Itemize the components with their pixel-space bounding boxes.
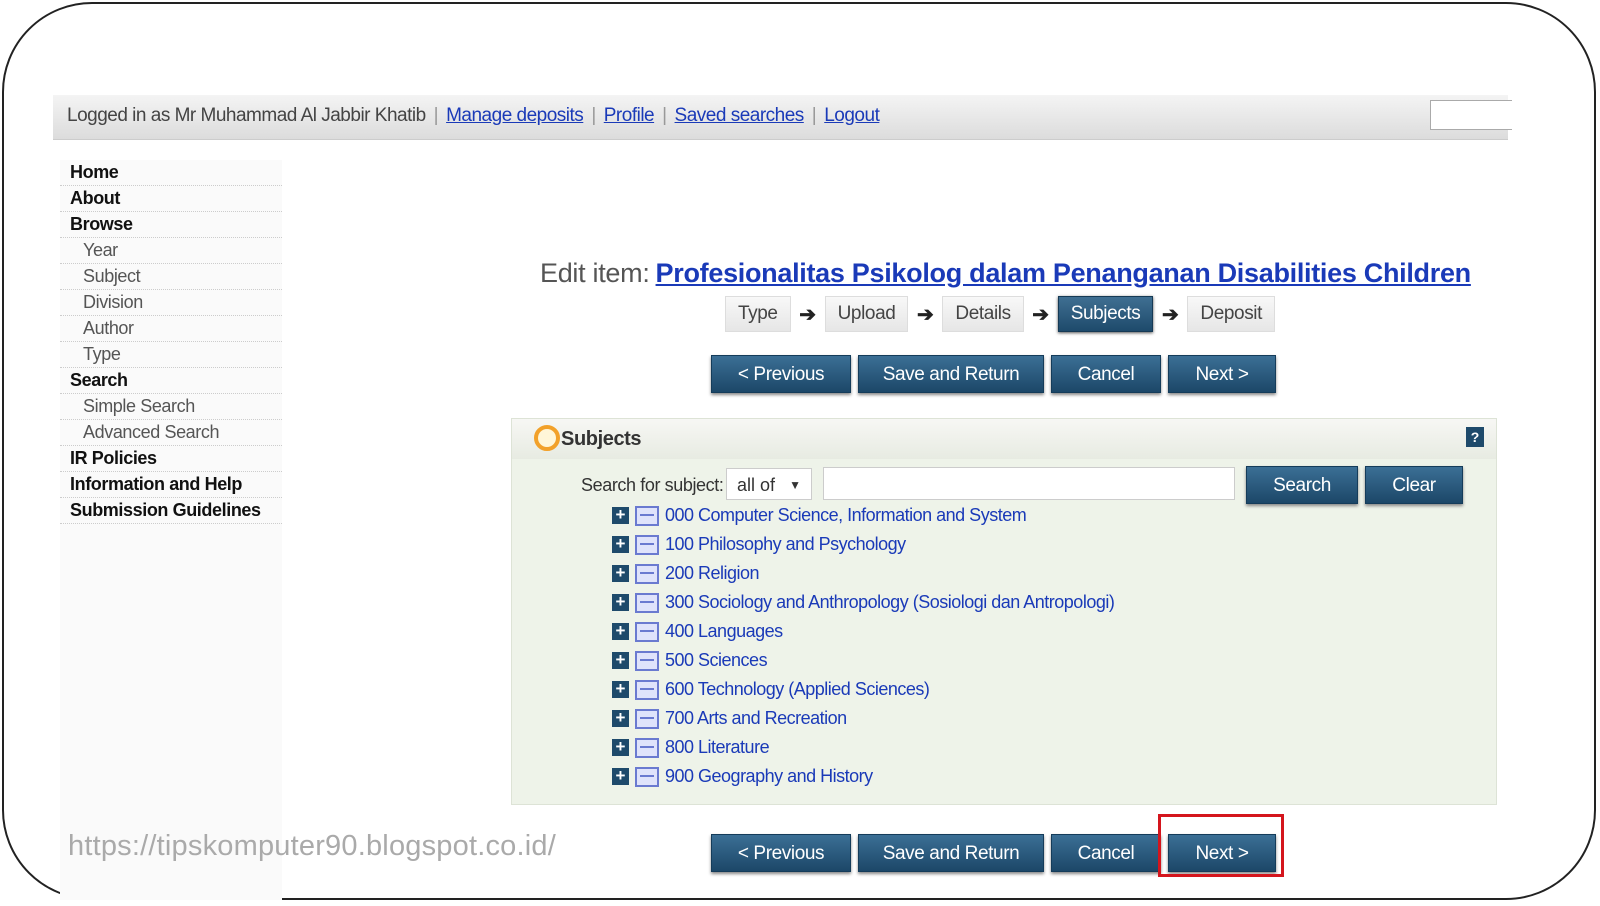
- sidebar-item-advanced-search[interactable]: Advanced Search: [60, 420, 282, 446]
- top-button-row: < Previous Save and Return Cancel Next >: [711, 355, 1276, 393]
- site-search-input[interactable]: [1430, 100, 1512, 130]
- subject-search-input[interactable]: [823, 467, 1235, 500]
- page-title: Edit item: Profesionalitas Psikolog dalam…: [540, 258, 1471, 289]
- sidebar-item-ir-policies[interactable]: IR Policies: [60, 446, 282, 472]
- add-subject-icon[interactable]: [635, 766, 659, 787]
- expand-plus-icon[interactable]: +: [612, 738, 629, 756]
- match-select[interactable]: all of ▼: [726, 468, 812, 500]
- tree-row: +200 Religion: [612, 559, 1114, 588]
- page-title-prefix: Edit item:: [540, 258, 650, 288]
- logout-link[interactable]: Logout: [824, 105, 880, 126]
- expand-plus-icon[interactable]: +: [612, 651, 629, 669]
- match-select-value: all of: [737, 475, 776, 495]
- add-subject-icon[interactable]: [635, 505, 659, 526]
- subject-200[interactable]: 200 Religion: [665, 563, 760, 584]
- step-subjects[interactable]: Subjects: [1057, 296, 1154, 332]
- arrow-right-icon: ➔: [917, 303, 934, 326]
- profile-link[interactable]: Profile: [604, 105, 655, 126]
- arrow-right-icon: ➔: [1161, 303, 1179, 326]
- saved-searches-link[interactable]: Saved searches: [675, 105, 805, 126]
- previous-button[interactable]: < Previous: [711, 355, 851, 393]
- previous-button-bottom[interactable]: < Previous: [711, 834, 851, 872]
- tree-row: +600 Technology (Applied Sciences): [612, 675, 1114, 704]
- sidebar-item-division[interactable]: Division: [60, 290, 282, 316]
- subject-300[interactable]: 300 Sociology and Anthropology (Sosiolog…: [665, 592, 1115, 613]
- tree-row: +500 Sciences: [612, 646, 1114, 675]
- subject-500[interactable]: 500 Sciences: [665, 650, 768, 671]
- subjects-panel-title: Subjects: [561, 428, 642, 450]
- save-and-return-button[interactable]: Save and Return: [858, 355, 1044, 393]
- sidebar-item-year[interactable]: Year: [60, 238, 282, 264]
- sidebar-nav: Home About Browse Year Subject Division …: [60, 160, 282, 900]
- next-button[interactable]: Next >: [1168, 355, 1276, 393]
- subject-tree: +000 Computer Science, Information and S…: [612, 501, 1115, 791]
- tree-row: +000 Computer Science, Information and S…: [612, 501, 1114, 530]
- subject-600[interactable]: 600 Technology (Applied Sciences): [665, 679, 930, 700]
- dropdown-caret-icon: ▼: [789, 478, 801, 492]
- add-subject-icon[interactable]: [635, 621, 659, 642]
- add-subject-icon[interactable]: [635, 650, 659, 671]
- expand-plus-icon[interactable]: +: [612, 680, 629, 698]
- tree-row: +400 Languages: [612, 617, 1114, 646]
- sidebar-item-information-help[interactable]: Information and Help: [60, 472, 282, 498]
- expand-plus-icon[interactable]: +: [612, 506, 629, 524]
- step-upload[interactable]: Upload: [824, 296, 909, 332]
- sidebar-item-subject[interactable]: Subject: [60, 264, 282, 290]
- expand-plus-icon[interactable]: +: [612, 767, 629, 785]
- sidebar-item-simple-search[interactable]: Simple Search: [60, 394, 282, 420]
- expand-plus-icon[interactable]: +: [612, 535, 629, 553]
- expand-plus-icon[interactable]: +: [612, 622, 629, 640]
- step-deposit[interactable]: Deposit: [1187, 296, 1275, 332]
- subjects-panel: Subjects ? Search for subject: all of ▼ …: [511, 418, 1497, 805]
- subject-clear-button[interactable]: Clear: [1365, 466, 1463, 504]
- arrow-right-icon: ➔: [1032, 303, 1050, 326]
- add-subject-icon[interactable]: [635, 534, 659, 555]
- tree-row: +700 Arts and Recreation: [612, 704, 1114, 733]
- tree-row: +100 Philosophy and Psychology: [612, 530, 1114, 559]
- logged-in-text: Logged in as Mr Muhammad Al Jabbir Khati…: [67, 105, 426, 126]
- subject-search-button[interactable]: Search: [1246, 466, 1358, 504]
- cancel-button-bottom[interactable]: Cancel: [1051, 834, 1161, 872]
- tree-row: +800 Literature: [612, 733, 1114, 762]
- workflow-steps: Type ➔ Upload ➔ Details ➔ Subjects ➔ Dep…: [725, 296, 1275, 332]
- tree-row: +900 Geography and History: [612, 762, 1114, 791]
- tree-row: +300 Sociology and Anthropology (Sosiolo…: [612, 588, 1115, 617]
- step-type[interactable]: Type: [725, 296, 791, 332]
- add-subject-icon[interactable]: [635, 679, 659, 700]
- subjects-panel-header: Subjects ?: [512, 419, 1496, 459]
- expand-plus-icon[interactable]: +: [612, 564, 629, 582]
- expand-plus-icon[interactable]: +: [612, 709, 629, 727]
- sidebar-item-browse[interactable]: Browse: [60, 212, 282, 238]
- add-subject-icon[interactable]: [635, 592, 659, 613]
- add-subject-icon[interactable]: [635, 563, 659, 584]
- add-subject-icon[interactable]: [635, 708, 659, 729]
- sidebar-item-author[interactable]: Author: [60, 316, 282, 342]
- circle-icon: [534, 425, 560, 451]
- subject-900[interactable]: 900 Geography and History: [665, 766, 873, 787]
- item-title-link[interactable]: Profesionalitas Psikolog dalam Penangana…: [656, 258, 1472, 288]
- help-icon[interactable]: ?: [1466, 427, 1484, 447]
- manage-deposits-link[interactable]: Manage deposits: [446, 105, 584, 126]
- subject-000[interactable]: 000 Computer Science, Information and Sy…: [665, 505, 1027, 526]
- sidebar-item-search[interactable]: Search: [60, 368, 282, 394]
- sidebar-item-about[interactable]: About: [60, 186, 282, 212]
- watermark-url: https://tipskomputer90.blogspot.co.id/: [68, 830, 556, 862]
- subject-search-label: Search for subject:: [581, 475, 724, 495]
- next-button-highlight: [1158, 814, 1284, 877]
- arrow-right-icon: ➔: [799, 303, 816, 326]
- sidebar-item-home[interactable]: Home: [60, 160, 282, 186]
- expand-plus-icon[interactable]: +: [612, 593, 629, 611]
- subject-700[interactable]: 700 Arts and Recreation: [665, 708, 847, 729]
- subject-400[interactable]: 400 Languages: [665, 621, 783, 642]
- add-subject-icon[interactable]: [635, 737, 659, 758]
- sidebar-item-submission-guidelines[interactable]: Submission Guidelines: [60, 498, 282, 524]
- step-details[interactable]: Details: [942, 296, 1024, 332]
- user-toolbar: Logged in as Mr Muhammad Al Jabbir Khati…: [53, 95, 1508, 140]
- subject-100[interactable]: 100 Philosophy and Psychology: [665, 534, 906, 555]
- save-and-return-button-bottom[interactable]: Save and Return: [858, 834, 1044, 872]
- sidebar-item-type[interactable]: Type: [60, 342, 282, 368]
- subject-800[interactable]: 800 Literature: [665, 737, 770, 758]
- cancel-button[interactable]: Cancel: [1051, 355, 1161, 393]
